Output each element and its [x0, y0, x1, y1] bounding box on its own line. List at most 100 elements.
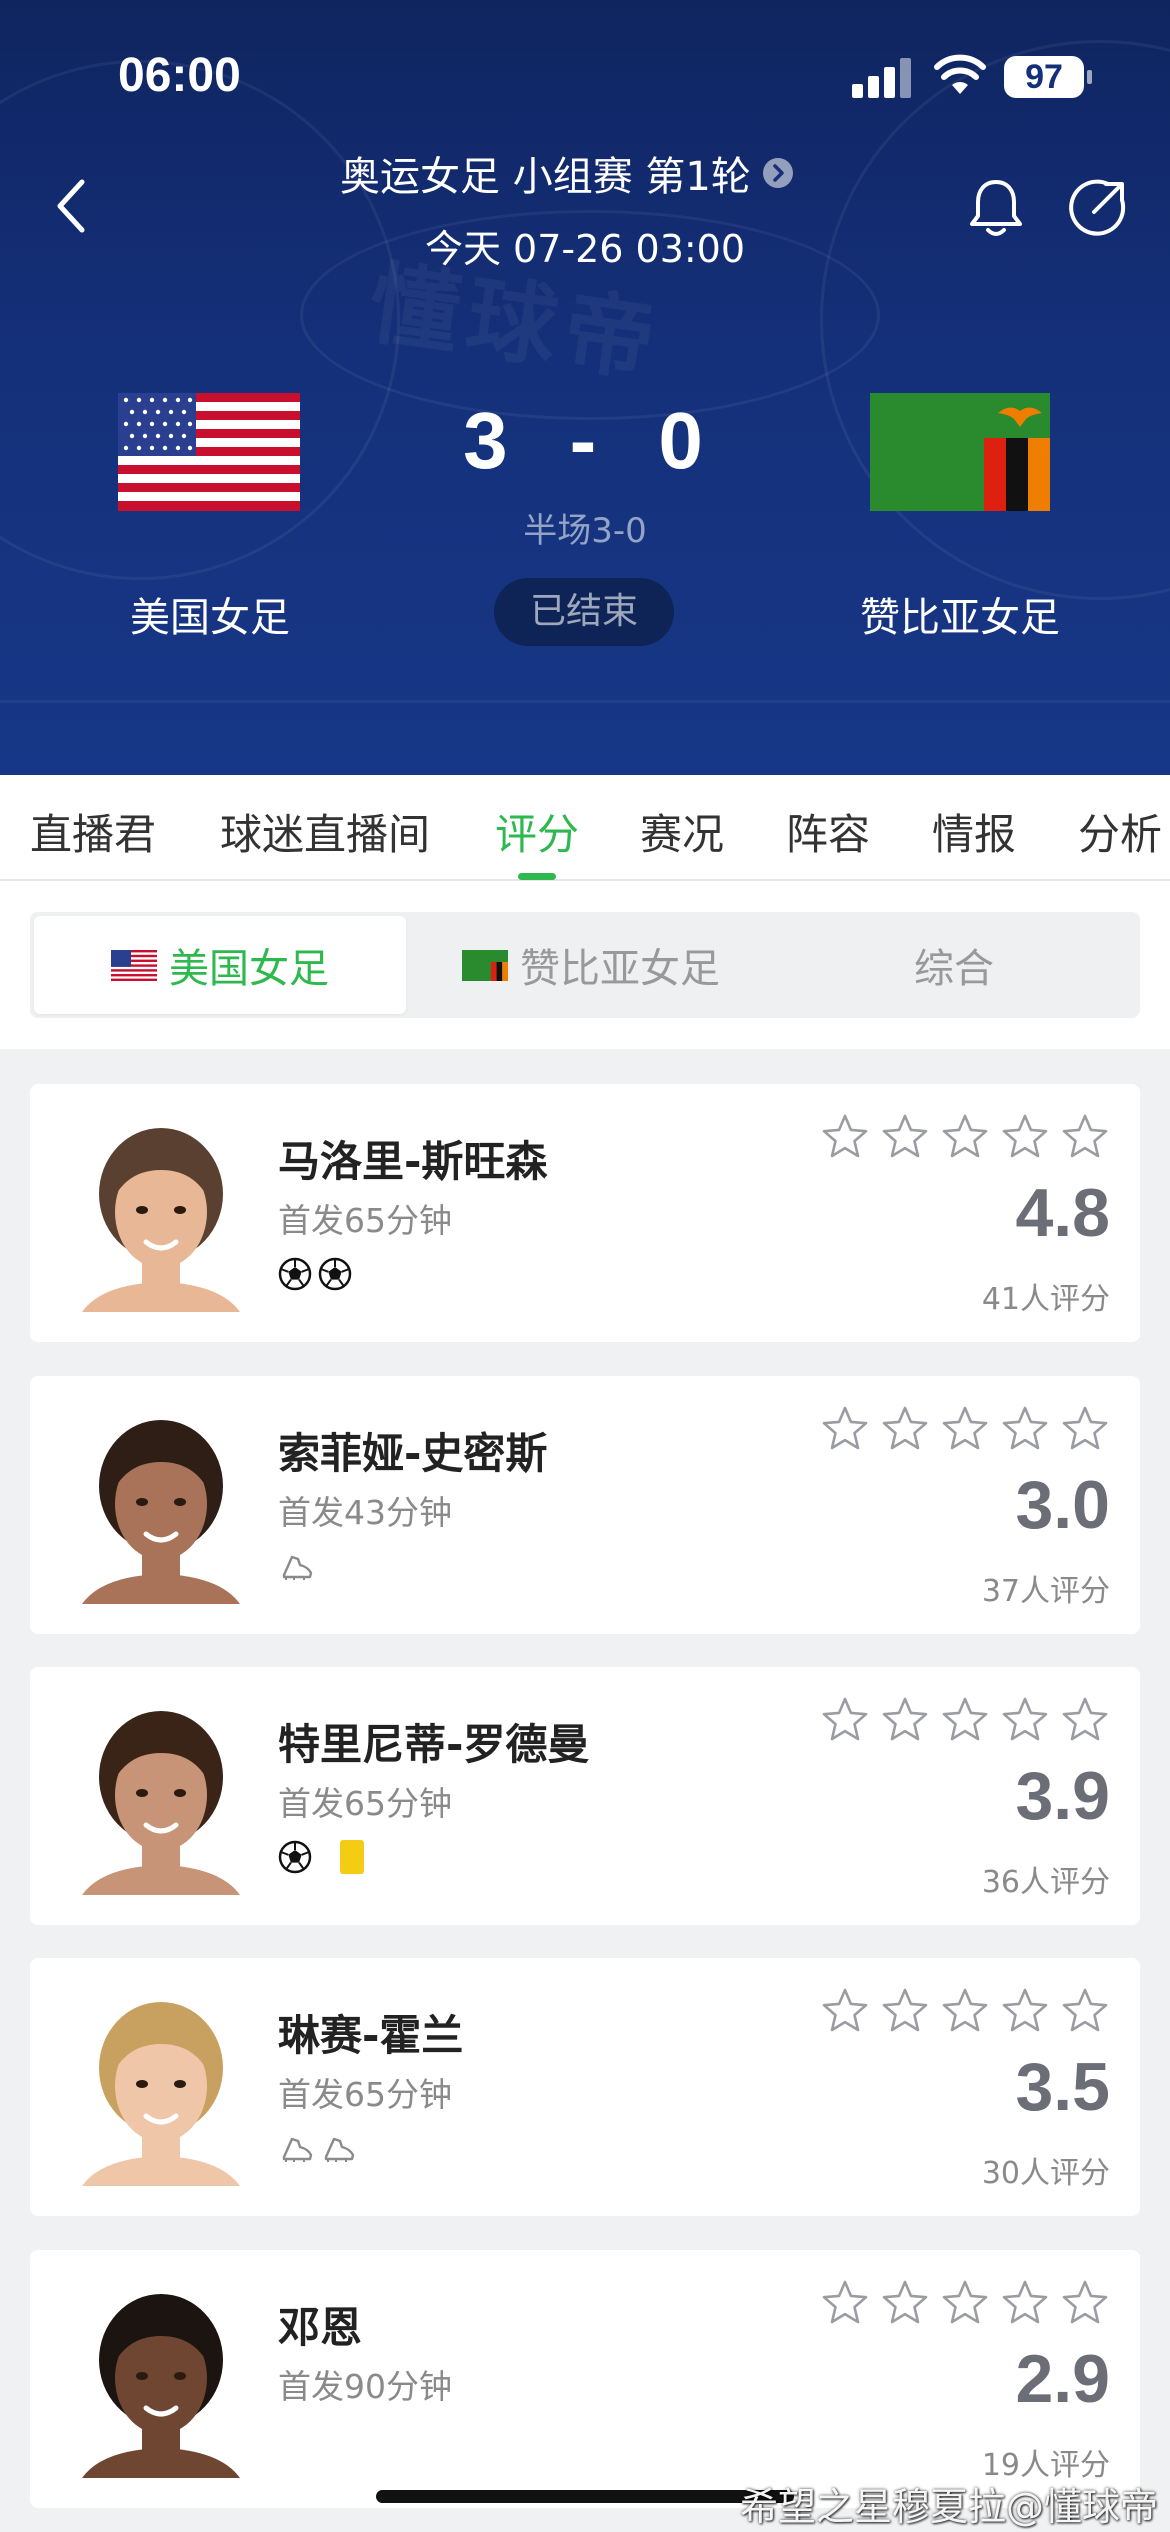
star-icon[interactable] [880, 1695, 930, 1745]
player-minutes: 首发65分钟 [278, 1784, 452, 1823]
star-icon[interactable] [940, 2278, 990, 2328]
rating-count: 37人评分 [981, 1574, 1110, 1609]
player-rating: 2.9 [1015, 2341, 1110, 2417]
cellular-signal-icon [852, 58, 916, 98]
rating-count: 36人评分 [981, 1865, 1110, 1900]
player-avatar [62, 1988, 260, 2186]
segment-overall[interactable]: 综合 [772, 916, 1136, 1014]
match-status-badge: 已结束 [494, 578, 674, 646]
star-icon[interactable] [1060, 1404, 1110, 1454]
segment-home-team[interactable]: 美国女足 [34, 916, 406, 1014]
home-team-name[interactable]: 美国女足 [50, 585, 370, 643]
player-event-icons [278, 1546, 314, 1586]
star-icon[interactable] [820, 2278, 870, 2328]
tab-intel[interactable]: 情报 [932, 801, 1016, 862]
star-icon[interactable] [940, 1112, 990, 1162]
halftime-score: 半场3-0 [523, 511, 647, 551]
assist-boot-icon [278, 2133, 314, 2163]
tab-match-events[interactable]: 赛况 [640, 801, 724, 862]
match-header: 懂球帝 06:00 97 奥运女足 小组赛 第1轮 今天 07-26 03:00 [0, 0, 1170, 775]
tab-live-commentary[interactable]: 直播君 [30, 801, 156, 862]
chevron-right-icon [762, 158, 793, 188]
star-icon[interactable] [880, 1986, 930, 2036]
player-minutes: 首发43分钟 [278, 1493, 452, 1532]
away-team-name[interactable]: 赞比亚女足 [800, 585, 1120, 643]
player-rating-card[interactable]: 马洛里-斯旺森 首发65分钟 4.8 41人评分 [30, 1084, 1140, 1342]
star-icon[interactable] [1000, 1112, 1050, 1162]
rating-stars[interactable] [820, 1986, 1110, 2036]
player-avatar [62, 1406, 260, 1604]
home-score: 3 [463, 396, 512, 485]
away-score: 0 [658, 396, 707, 485]
player-avatar [62, 1114, 260, 1312]
star-icon[interactable] [820, 1112, 870, 1162]
share-icon[interactable] [1068, 178, 1128, 238]
rating-stars[interactable] [820, 1112, 1110, 1162]
player-name: 马洛里-斯旺森 [278, 1137, 548, 1186]
player-minutes: 首发65分钟 [278, 2075, 452, 2114]
player-name: 琳赛-霍兰 [278, 2011, 464, 2060]
star-icon[interactable] [1000, 1404, 1050, 1454]
star-icon[interactable] [1000, 1695, 1050, 1745]
player-rating-card[interactable]: 邓恩 首发90分钟 2.9 19人评分 [30, 2250, 1140, 2508]
tab-ratings[interactable]: 评分 [495, 801, 579, 862]
player-event-icons [278, 2128, 356, 2168]
status-time: 06:00 [118, 49, 241, 102]
star-icon[interactable] [1060, 1986, 1110, 2036]
segment-label: 综合 [914, 946, 994, 992]
rating-stars[interactable] [820, 1695, 1110, 1745]
competition-title: 奥运女足 小组赛 第1轮 [340, 154, 751, 200]
competition-link[interactable]: 奥运女足 小组赛 第1轮 [340, 148, 793, 200]
player-event-icons [278, 1254, 352, 1294]
player-avatar [62, 2280, 260, 2478]
star-icon[interactable] [940, 1695, 990, 1745]
player-event-icons [278, 1837, 364, 1877]
star-icon[interactable] [820, 1404, 870, 1454]
star-icon[interactable] [940, 1986, 990, 2036]
zambia-flag-icon [462, 949, 508, 981]
rating-stars[interactable] [820, 2278, 1110, 2328]
watermark-credit: 希望之星穆夏拉@懂球帝 [739, 2485, 1158, 2529]
player-name: 特里尼蒂-罗德曼 [278, 1720, 590, 1769]
star-icon[interactable] [1000, 1986, 1050, 2036]
star-icon[interactable] [880, 2278, 930, 2328]
yellow-card-icon [340, 1840, 364, 1874]
header-decoration [0, 700, 1170, 703]
star-icon[interactable] [1060, 1695, 1110, 1745]
player-rating: 3.5 [1015, 2049, 1110, 2125]
rating-count: 41人评分 [981, 1282, 1110, 1317]
assist-boot-icon [278, 1551, 314, 1581]
player-name: 邓恩 [278, 2303, 363, 2352]
star-icon[interactable] [1000, 2278, 1050, 2328]
home-indicator[interactable] [376, 2490, 794, 2503]
goal-icon [278, 1840, 312, 1874]
tab-lineup[interactable]: 阵容 [786, 801, 870, 862]
player-rating-card[interactable]: 特里尼蒂-罗德曼 首发65分钟 3.9 36人评分 [30, 1667, 1140, 1925]
star-icon[interactable] [1060, 2278, 1110, 2328]
segment-away-team[interactable]: 赞比亚女足 [410, 916, 772, 1014]
team-filter-bar: 美国女足 赞比亚女足 综合 [0, 881, 1170, 1049]
star-icon[interactable] [940, 1404, 990, 1454]
star-icon[interactable] [880, 1404, 930, 1454]
tab-fan-live-room[interactable]: 球迷直播间 [220, 801, 430, 862]
star-icon[interactable] [880, 1112, 930, 1162]
star-icon[interactable] [820, 1986, 870, 2036]
player-minutes: 首发65分钟 [278, 1201, 452, 1240]
star-icon[interactable] [1060, 1112, 1110, 1162]
star-icon[interactable] [820, 1695, 870, 1745]
usa-flag-icon [111, 949, 157, 981]
wifi-icon [934, 54, 986, 94]
player-rating-card[interactable]: 索菲娅-史密斯 首发43分钟 3.0 37人评分 [30, 1376, 1140, 1634]
assist-boot-icon [320, 2133, 356, 2163]
goal-icon [318, 1257, 352, 1291]
zambia-flag-icon [870, 393, 1050, 511]
tab-analysis[interactable]: 分析 [1078, 801, 1162, 862]
player-avatar [62, 1697, 260, 1895]
match-tabs: 直播君 球迷直播间 评分 赛况 阵容 情报 分析 [0, 775, 1170, 881]
player-minutes: 首发90分钟 [278, 2367, 452, 2406]
rating-stars[interactable] [820, 1404, 1110, 1454]
player-rating-card[interactable]: 琳赛-霍兰 首发65分钟 3.5 30人评分 [30, 1958, 1140, 2216]
segment-label: 赞比亚女足 [520, 946, 720, 992]
goal-icon [278, 1257, 312, 1291]
bell-icon[interactable] [966, 176, 1026, 238]
